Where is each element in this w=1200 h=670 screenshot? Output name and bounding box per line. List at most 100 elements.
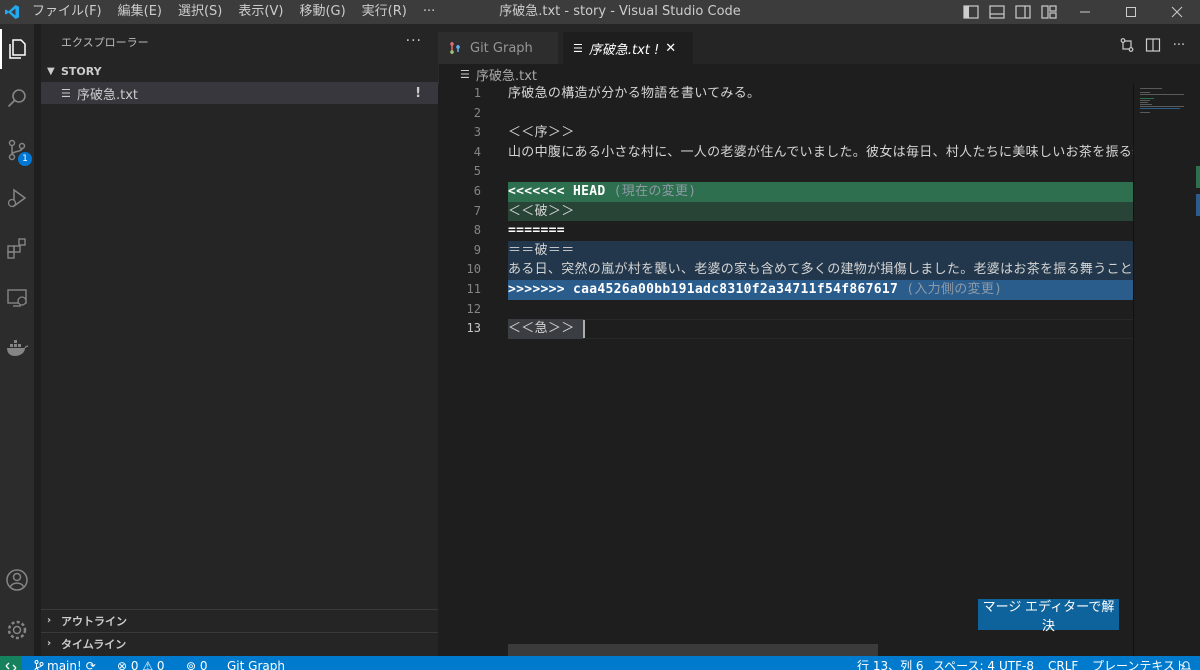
ports-status[interactable]: ⊚ 0 <box>186 656 208 670</box>
status-bar: main! ⟳ ⊗ 0 ⚠ 0 ⊚ 0 Git Graph 行 13、列 6 スペ… <box>0 656 1200 670</box>
menu-run[interactable]: 実行(R) <box>354 0 415 24</box>
chevron-right-icon: › <box>47 638 52 649</box>
close-window-icon[interactable] <box>1154 0 1200 24</box>
menu-go[interactable]: 移動(G) <box>291 0 353 24</box>
close-tab-icon[interactable]: ✕ <box>665 41 676 56</box>
line-number: 13 <box>466 321 481 336</box>
line-number: 11 <box>466 282 481 296</box>
incoming-change-hint: (入力側の変更) <box>898 282 1003 297</box>
line-text: 山の中腹にある小さな村に、一人の老婆が住んでいました。彼女は毎日、村人たちに美味… <box>508 144 1133 160</box>
code-line: 4 山の中腹にある小さな村に、一人の老婆が住んでいました。彼女は毎日、村人たちに… <box>438 143 1133 163</box>
line-number: 7 <box>473 203 481 218</box>
tab-jyohakyu[interactable]: ☰ 序破急.txt ! ✕ <box>563 32 693 64</box>
tab-label: Git Graph <box>470 40 533 56</box>
code-line: 1 序破急の構造が分かる物語を書いてみる。 <box>438 84 1133 104</box>
text-file-icon: ☰ <box>61 86 71 100</box>
current-line-highlight <box>508 319 1133 339</box>
toggle-panel-icon[interactable] <box>984 0 1010 24</box>
line-content: >>>>>>> caa4526a00bb191adc8310f2a34711f5… <box>508 280 1002 300</box>
file-item[interactable]: ☰ 序破急.txt ! <box>41 82 438 104</box>
incoming-change-line: 10 ある日、突然の嵐が村を襲い、老婆の家も含めて多くの建物が損傷しました。老婆… <box>438 260 1133 280</box>
current-change-line: 7 ＜＜破＞＞ <box>438 201 1133 222</box>
timeline-section[interactable]: › タイムライン <box>41 632 438 654</box>
chevron-right-icon: › <box>47 615 52 626</box>
code-line: 2 <box>438 104 1133 124</box>
code-line: 12 <box>438 300 1133 320</box>
remote-explorer-icon[interactable] <box>0 278 34 318</box>
line-text: ある日、突然の嵐が村を襲い、老婆の家も含めて多くの建物が損傷しました。老婆はお茶… <box>508 262 1133 278</box>
explorer-icon[interactable] <box>0 29 34 69</box>
minimize-icon[interactable] <box>1062 0 1108 24</box>
conflict-marker-head: <<<<<<< HEAD <box>508 184 606 199</box>
outline-section[interactable]: › アウトライン <box>41 609 438 631</box>
more-actions-icon[interactable]: ··· <box>1166 34 1192 56</box>
sidebar-header: エクスプローラー ··· <box>41 24 438 60</box>
text-file-icon: ☰ <box>573 41 583 55</box>
menu-selection[interactable]: 選択(S) <box>170 0 230 24</box>
incoming-change-overview-mark <box>1196 194 1200 216</box>
more-actions-icon[interactable]: ··· <box>406 33 422 49</box>
code-editor[interactable]: 1 序破急の構造が分かる物語を書いてみる。 2 3 ＜＜序＞＞ 4 山の中腹にあ… <box>438 84 1133 656</box>
outline-label: アウトライン <box>61 614 127 628</box>
code-line: 3 ＜＜序＞＞ <box>438 123 1133 143</box>
account-icon[interactable] <box>0 560 34 600</box>
horizontal-scrollbar[interactable] <box>508 644 878 656</box>
sync-icon: ⟳ <box>85 659 96 670</box>
maximize-icon[interactable] <box>1108 0 1154 24</box>
branch-name: main! <box>47 659 82 670</box>
text-cursor <box>583 320 585 339</box>
line-ending[interactable]: CRLF <box>1048 656 1078 670</box>
ports-count: 0 <box>199 659 208 670</box>
split-editor-icon[interactable] <box>1140 34 1166 56</box>
line-number: 10 <box>466 262 481 277</box>
folder-section-header[interactable]: ▼ STORY <box>41 60 438 82</box>
sidebar-title: エクスプローラー <box>61 36 149 49</box>
run-debug-icon[interactable] <box>0 178 34 218</box>
chevron-down-icon: ▼ <box>47 65 55 77</box>
breadcrumb[interactable]: ☰ 序破急.txt <box>438 64 537 84</box>
cursor-position[interactable]: 行 13、列 6 <box>857 656 924 670</box>
line-number: 5 <box>473 164 481 179</box>
toggle-primary-sidebar-icon[interactable] <box>958 0 984 24</box>
resolve-in-merge-editor-button[interactable]: マージ エディターで解決 <box>978 599 1119 633</box>
conflict-status: ! <box>415 85 421 101</box>
line-number: 12 <box>466 301 481 316</box>
menu-view[interactable]: 表示(V) <box>230 0 291 24</box>
git-graph-icon <box>450 42 460 54</box>
problems-status[interactable]: ⊗ 0 ⚠ 0 <box>117 656 165 670</box>
minimap[interactable] <box>1133 84 1186 656</box>
title-bar: ファイル(F) 編集(E) 選択(S) 表示(V) 移動(G) 実行(R) ··… <box>0 0 1200 24</box>
line-number: 6 <box>473 184 481 198</box>
encoding[interactable]: UTF-8 <box>999 656 1034 670</box>
vertical-scrollbar[interactable] <box>1186 84 1200 656</box>
tab-git-graph[interactable]: Git Graph <box>438 32 558 64</box>
indentation[interactable]: スペース: 4 <box>933 656 995 670</box>
notifications-bell-icon[interactable] <box>1180 656 1192 670</box>
source-control-icon[interactable]: 1 <box>0 130 34 170</box>
conflict-marker-incoming: >>>>>>> caa4526a00bb191adc8310f2a34711f5… <box>508 282 899 297</box>
docker-icon[interactable] <box>0 328 34 368</box>
open-changes-icon[interactable] <box>1114 34 1140 56</box>
separator-line: 8 ======= <box>438 221 1133 241</box>
timeline-label: タイムライン <box>61 637 127 651</box>
broadcast-icon: ⊚ <box>186 659 200 670</box>
extensions-icon[interactable] <box>0 228 34 268</box>
toggle-secondary-sidebar-icon[interactable] <box>1010 0 1036 24</box>
tab-label: 序破急.txt ! <box>588 42 660 58</box>
incoming-change-highlight <box>508 240 1133 261</box>
language-mode[interactable]: プレーンテキスト <box>1092 656 1187 670</box>
git-graph-status[interactable]: Git Graph <box>227 656 285 670</box>
manage-gear-icon[interactable] <box>0 610 34 650</box>
incoming-change-line: 9 ＝＝破＝＝ <box>438 240 1133 261</box>
line-number: 8 <box>473 223 481 238</box>
search-icon[interactable] <box>0 78 34 118</box>
remote-indicator-icon[interactable] <box>0 656 22 670</box>
customize-layout-icon[interactable] <box>1036 0 1062 24</box>
line-number: 4 <box>473 144 481 159</box>
menu-file[interactable]: ファイル(F) <box>24 0 110 24</box>
current-change-highlight <box>508 201 1133 222</box>
menu-edit[interactable]: 編集(E) <box>110 0 170 24</box>
conflict-separator: ======= <box>508 223 565 239</box>
menu-bar: ファイル(F) 編集(E) 選択(S) 表示(V) 移動(G) 実行(R) ··… <box>24 0 443 24</box>
branch-status[interactable]: main! ⟳ <box>34 656 96 670</box>
